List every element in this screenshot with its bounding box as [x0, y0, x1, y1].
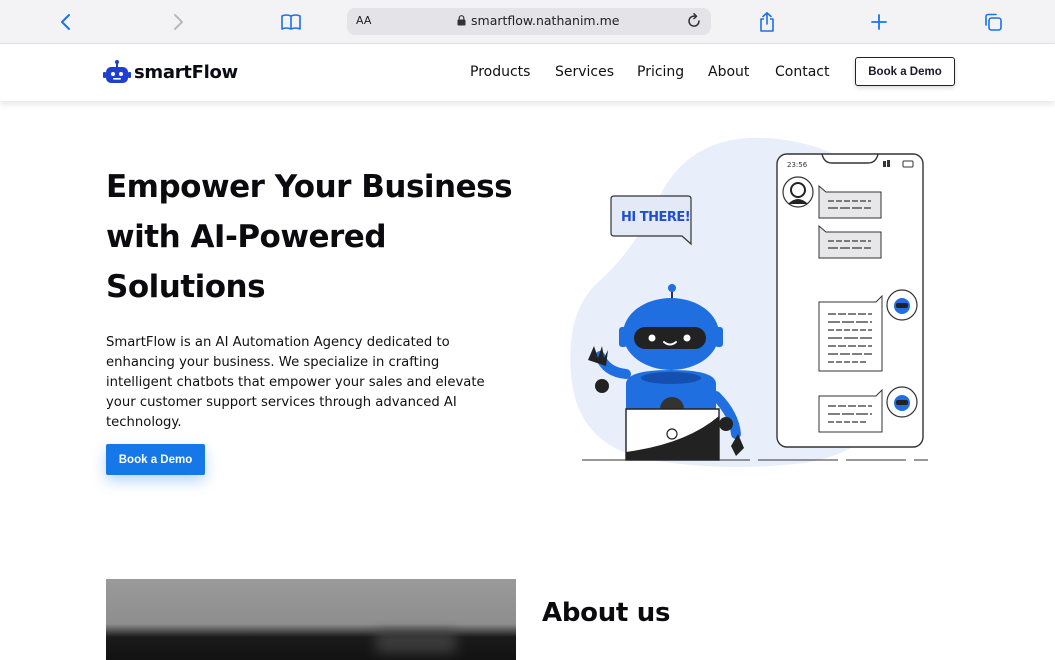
text-size-button[interactable]: AA	[356, 14, 371, 27]
chatbot-illustration: 23:56 HI THERE!	[570, 137, 928, 468]
bubble-text: HI THERE!	[621, 210, 690, 225]
forward-icon[interactable]	[165, 9, 191, 35]
about-image	[106, 579, 516, 660]
nav-products[interactable]: Products	[470, 64, 530, 80]
robot-logo-icon	[103, 60, 131, 83]
brand-logo[interactable]: smartFlow	[103, 59, 238, 85]
bookmarks-icon[interactable]	[278, 9, 304, 35]
tabs-overview-icon[interactable]	[980, 9, 1006, 35]
book-demo-button-hero[interactable]: Book a Demo	[106, 444, 205, 475]
hero-description: SmartFlow is an AI Automation Agency ded…	[106, 335, 485, 430]
hero-title: Empower Your Business with AI-Powered So…	[106, 169, 513, 305]
back-icon[interactable]	[53, 9, 79, 35]
text-size-label: AA	[356, 14, 372, 27]
nav-pricing[interactable]: Pricing	[637, 64, 684, 80]
share-icon[interactable]	[754, 9, 780, 35]
phone-time: 23:56	[787, 161, 808, 169]
site-header: smartFlow Products Services Pricing Abou…	[0, 44, 1055, 101]
phone-graphic: 23:56	[776, 153, 924, 448]
brand-name: smartFlow	[134, 61, 238, 83]
browser-toolbar: AA smartflow.nathanim.me	[0, 0, 1055, 44]
nav-about[interactable]: About	[708, 64, 749, 80]
about-title: About us	[542, 598, 671, 628]
url-text: smartflow.nathanim.me	[471, 13, 620, 28]
reload-icon[interactable]	[685, 12, 703, 30]
nav-contact[interactable]: Contact	[775, 64, 829, 80]
address-bar[interactable]: AA smartflow.nathanim.me	[347, 8, 711, 35]
lock-icon	[457, 15, 466, 26]
book-demo-button-header[interactable]: Book a Demo	[855, 57, 955, 86]
new-tab-icon[interactable]	[866, 9, 892, 35]
nav-services[interactable]: Services	[555, 64, 614, 80]
